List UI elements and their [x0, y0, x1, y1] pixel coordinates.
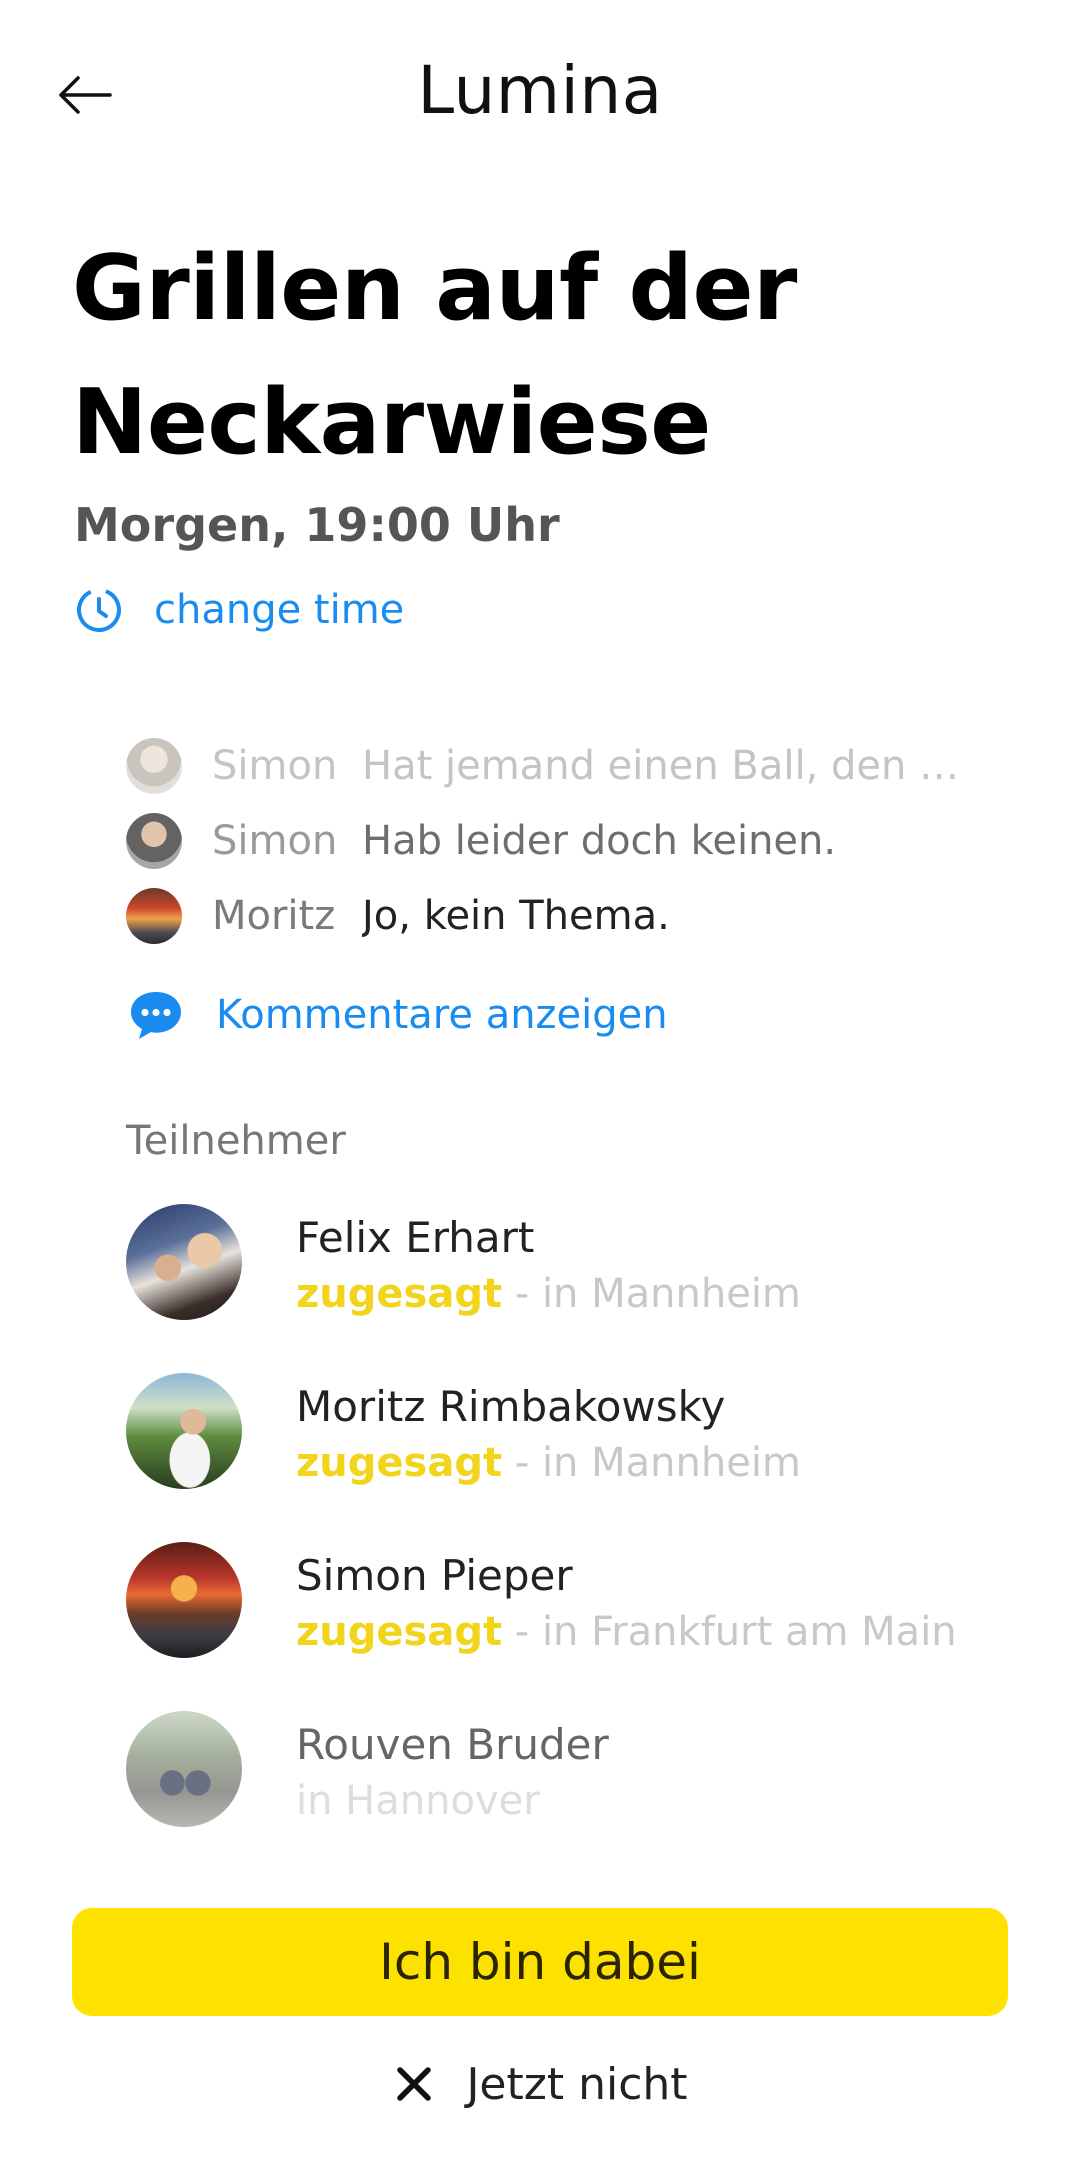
join-button[interactable]: Ich bin dabei: [72, 1908, 1008, 2016]
avatar: [126, 1711, 242, 1827]
comment-item: Simon Hat jemand einen Ball, den er…: [126, 728, 1026, 803]
avatar: [126, 737, 182, 794]
participant-name: Simon Pieper: [296, 1551, 573, 1600]
participant-location: in Hannover: [296, 1778, 540, 1824]
event-time: Morgen, 19:00 Uhr: [74, 498, 560, 552]
not-now-button[interactable]: Jetzt nicht: [0, 2048, 1080, 2120]
change-time-link[interactable]: change time: [72, 580, 404, 640]
comment-author: Simon: [212, 742, 338, 789]
participants-heading: Teilnehmer: [126, 1118, 346, 1164]
participant-name: Moritz Rimbakowsky: [296, 1382, 726, 1431]
comment-text: Hab leider doch keinen.: [362, 817, 837, 864]
avatar: [126, 887, 182, 944]
comment-text: Jo, kein Thema.: [362, 892, 670, 939]
app-title: Lumina: [417, 52, 663, 129]
comment-author: Simon: [212, 817, 338, 864]
show-comments-link[interactable]: Kommentare anzeigen: [126, 982, 668, 1048]
avatar: [126, 1542, 242, 1658]
comment-text: Hat jemand einen Ball, den er…: [362, 742, 962, 789]
participant-location: - in Mannheim: [514, 1271, 801, 1317]
avatar: [126, 1204, 242, 1320]
participant-item[interactable]: Felix Erhart zugesagt - in Mannheim: [126, 1204, 1026, 1373]
participant-item[interactable]: Moritz Rimbakowsky zugesagt - in Mannhei…: [126, 1373, 1026, 1542]
close-icon: [392, 2062, 436, 2106]
participant-status: in Hannover: [296, 1773, 609, 1829]
speech-bubble-icon: [126, 985, 186, 1045]
accepted-badge: zugesagt: [296, 1609, 503, 1655]
participant-status: zugesagt - in Mannheim: [296, 1435, 801, 1491]
participant-location: - in Frankfurt am Main: [514, 1609, 957, 1655]
app-header: Lumina: [0, 0, 1080, 190]
accepted-badge: zugesagt: [296, 1271, 503, 1317]
participant-item[interactable]: Rouven Bruder in Hannover: [126, 1711, 1026, 1880]
participant-name: Rouven Bruder: [296, 1720, 609, 1769]
comment-item: Simon Hab leider doch keinen.: [126, 803, 1026, 878]
comment-author: Moritz: [212, 892, 336, 939]
comment-item: Moritz Jo, kein Thema.: [126, 878, 1026, 953]
event-title: Grillen auf der Neckarwiese: [72, 236, 797, 475]
participant-item[interactable]: Simon Pieper zugesagt - in Frankfurt am …: [126, 1542, 1026, 1711]
show-comments-label: Kommentare anzeigen: [216, 992, 668, 1038]
avatar: [126, 1373, 242, 1489]
clock-icon: [72, 583, 126, 637]
participant-status: zugesagt - in Frankfurt am Main: [296, 1604, 957, 1660]
participant-status: zugesagt - in Mannheim: [296, 1266, 801, 1322]
not-now-label: Jetzt nicht: [466, 2058, 688, 2110]
accepted-badge: zugesagt: [296, 1440, 503, 1486]
participant-name: Felix Erhart: [296, 1213, 535, 1262]
participant-location: - in Mannheim: [514, 1440, 801, 1486]
comments-preview: Simon Hat jemand einen Ball, den er… Sim…: [126, 728, 1026, 953]
participants-list: Felix Erhart zugesagt - in Mannheim Mori…: [126, 1204, 1026, 1880]
change-time-label: change time: [154, 587, 405, 633]
avatar: [126, 812, 182, 869]
